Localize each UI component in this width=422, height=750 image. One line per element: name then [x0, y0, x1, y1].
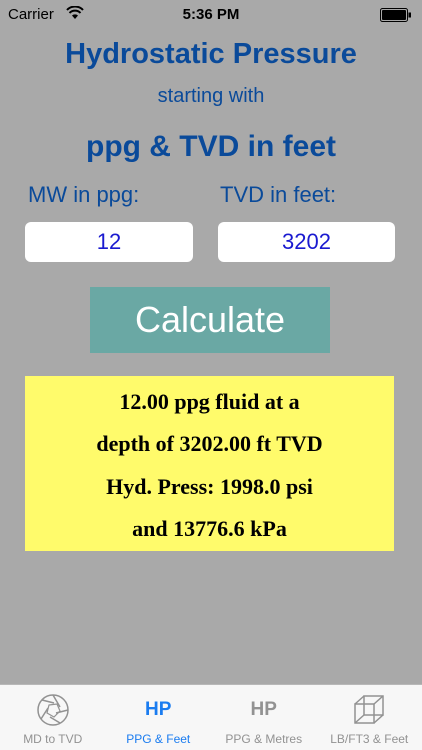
page-subtitle: starting with [157, 85, 265, 107]
mw-label: MW in ppg: [28, 182, 140, 207]
hp-icon: HP [145, 699, 172, 720]
aperture-icon [37, 694, 69, 726]
calculate-button[interactable]: Calculate [90, 287, 330, 353]
result-line-pressure-kpa: and 13776.6 kPa [132, 516, 287, 541]
result-panel: 12.00 ppg fluid at a depth of 3202.00 ft… [25, 376, 394, 551]
result-line-depth: depth of 3202.00 ft TVD [96, 431, 323, 456]
cube-icon [354, 695, 384, 724]
tab-label: MD to TVD [23, 732, 83, 746]
tab-md-to-tvd[interactable]: MD to TVD [0, 685, 106, 750]
units-title: ppg & TVD in feet [86, 130, 336, 163]
tab-label: LB/FT3 & Feet [330, 732, 409, 746]
tab-ppg-feet[interactable]: HP PPG & Feet [106, 685, 212, 750]
page-title: Hydrostatic Pressure [65, 38, 357, 70]
tab-label: PPG & Feet [126, 732, 191, 746]
hp-icon: HP [250, 699, 277, 720]
tvd-input[interactable] [218, 222, 395, 262]
status-bar: Carrier 5:36 PM [0, 0, 422, 30]
battery-icon [380, 8, 411, 22]
tvd-label: TVD in feet: [220, 182, 337, 207]
status-time: 5:36 PM [182, 6, 240, 23]
tab-bar: MD to TVD HP PPG & Feet HP PPG & Metres … [0, 684, 422, 750]
tab-ppg-metres[interactable]: HP PPG & Metres [211, 685, 317, 750]
tab-lbft3-feet[interactable]: LB/FT3 & Feet [317, 685, 422, 750]
mw-input[interactable] [25, 222, 193, 262]
result-line-pressure-psi: Hyd. Press: 1998.0 psi [106, 474, 313, 499]
tab-label: PPG & Metres [225, 732, 303, 746]
result-line-fluid: 12.00 ppg fluid at a [119, 389, 300, 414]
